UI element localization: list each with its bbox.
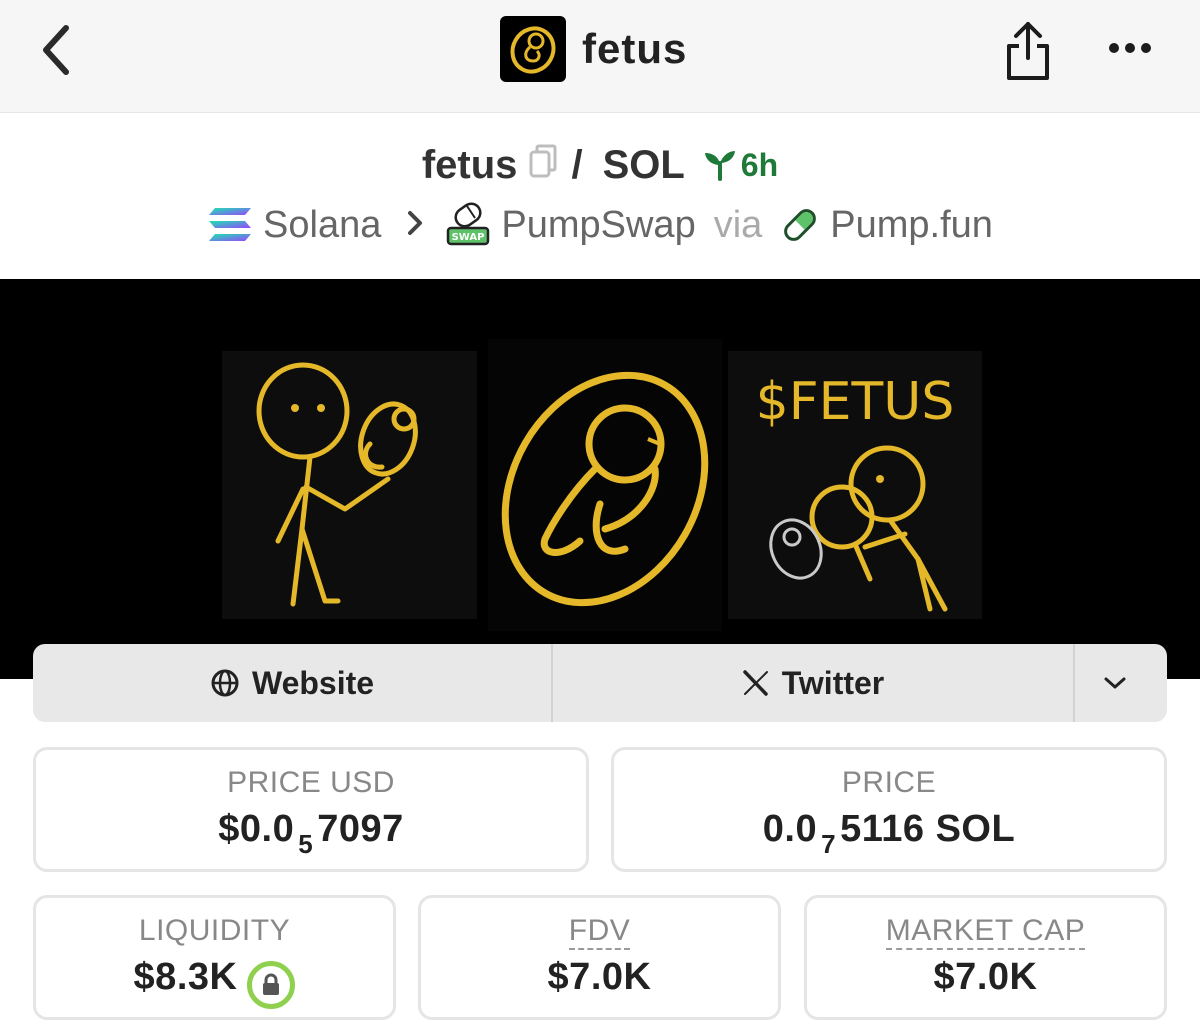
more-button[interactable] <box>1100 28 1160 68</box>
via-label: via <box>713 203 763 246</box>
share-button[interactable] <box>1000 18 1056 84</box>
market-cap-label[interactable]: MARKET CAP <box>885 914 1086 950</box>
chevron-left-icon <box>43 25 69 75</box>
price-usd-value: $0.0 5 7097 <box>218 808 404 859</box>
pill-icon <box>784 209 817 241</box>
more-links-button[interactable] <box>1075 644 1167 722</box>
price-native-card: PRICE 0.0 7 5116 SOL <box>611 747 1167 872</box>
quote-token-symbol: SOL <box>602 142 685 187</box>
price-usd-card: PRICE USD $0.0 5 7097 <box>33 747 589 872</box>
token-title: fetus <box>582 25 688 72</box>
chevron-down-icon <box>1104 677 1126 689</box>
twitter-label: Twitter <box>781 664 885 701</box>
price-native-value: 0.0 7 5116 SOL <box>762 808 1016 859</box>
launchpad-link[interactable]: Pump.fun <box>780 204 993 247</box>
solana-icon <box>209 208 252 241</box>
globe-icon <box>211 669 239 697</box>
copy-address-button[interactable] <box>529 143 557 188</box>
fetus-logo-icon <box>510 26 556 74</box>
market-cap-card: MARKET CAP $7.0K <box>804 895 1167 1020</box>
fdv-value: $7.0K <box>547 956 652 998</box>
liquidity-card: LIQUIDITY $8.3K <box>33 895 396 1020</box>
token-logo <box>500 16 566 82</box>
price-native-label: PRICE <box>841 766 937 799</box>
pumpswap-icon: SWAP <box>447 202 490 246</box>
chain-link[interactable]: Solana <box>207 204 381 247</box>
route-breadcrumb: Solana SWAP PumpSwap via Pump.fun <box>0 200 1200 250</box>
launchpad-name: Pump.fun <box>830 203 993 246</box>
price-usd-label: PRICE USD <box>227 766 395 799</box>
pair-title: fetus / SOL 6h <box>0 140 1200 190</box>
liquidity-value-row: $8.3K <box>36 956 393 1009</box>
dex-name: PumpSwap <box>501 203 696 246</box>
banner-ticker: $FETUS <box>756 372 955 432</box>
liquidity-lock-button[interactable] <box>247 961 296 1009</box>
base-token-symbol: fetus <box>421 142 518 187</box>
lock-icon <box>263 973 280 995</box>
website-button[interactable]: Website <box>33 644 553 722</box>
website-label: Website <box>251 664 375 701</box>
social-links: Website Twitter <box>33 644 1167 722</box>
market-cap-value: $7.0K <box>933 956 1038 998</box>
fdv-card: FDV $7.0K <box>418 895 781 1020</box>
token-header: fetus <box>500 16 687 82</box>
back-button[interactable] <box>30 20 80 80</box>
breadcrumb-chevron-icon <box>407 206 423 245</box>
x-logo-icon <box>742 670 768 696</box>
pair-age-text: 6h <box>740 146 779 183</box>
pair-age: 6h <box>703 147 778 184</box>
dex-link[interactable]: SWAP PumpSwap <box>445 202 696 248</box>
banner-image: $FETUS <box>222 339 982 631</box>
sprout-icon <box>704 151 735 181</box>
top-bar: fetus <box>0 0 1200 113</box>
chain-name: Solana <box>263 203 382 246</box>
copy-icon <box>529 144 557 177</box>
liquidity-value: $8.3K <box>133 956 238 998</box>
more-icon <box>1106 43 1154 53</box>
pair-separator: / <box>571 142 583 187</box>
liquidity-label: LIQUIDITY <box>138 914 291 947</box>
twitter-button[interactable]: Twitter <box>553 644 1075 722</box>
token-banner: $FETUS <box>0 279 1200 679</box>
share-icon <box>1007 22 1049 80</box>
svg-text:SWAP: SWAP <box>452 232 485 243</box>
fdv-label[interactable]: FDV <box>568 914 631 950</box>
